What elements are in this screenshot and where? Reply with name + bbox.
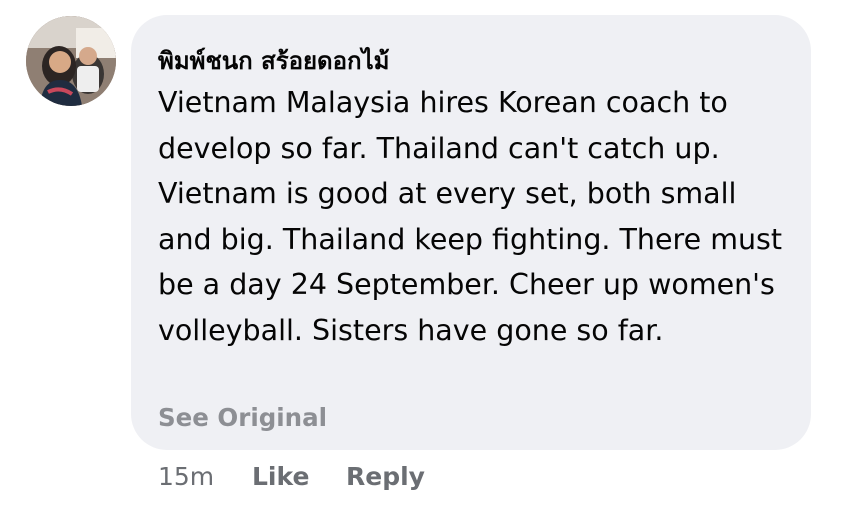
avatar-photo-icon [26,16,116,106]
comment-text: Vietnam Malaysia hires Korean coach to d… [158,86,783,347]
reply-button[interactable]: Reply [346,462,425,491]
comment-author-name[interactable]: พิมพ์ชนก สร้อยดอกไม้ [158,41,389,80]
like-button[interactable]: Like [252,462,309,491]
author-avatar[interactable] [26,16,116,106]
comment-timestamp[interactable]: 15m [158,462,214,491]
see-original-link[interactable]: See Original [158,403,327,432]
